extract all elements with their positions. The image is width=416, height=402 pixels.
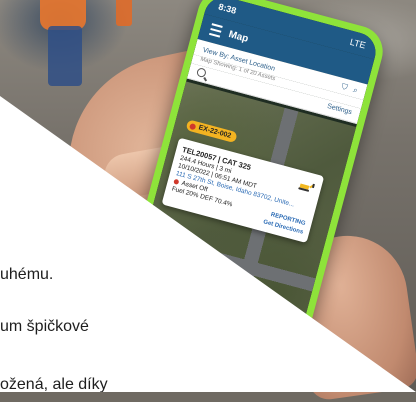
search-toggle-icon[interactable]: ⌕	[352, 85, 359, 96]
traffic-cone	[116, 0, 132, 26]
status-time: 8:38	[217, 1, 238, 16]
signal-indicator: LTE	[348, 36, 367, 51]
settings-link[interactable]: Settings	[326, 103, 352, 116]
filter-icon[interactable]: ⛉	[340, 82, 349, 93]
overlay-line-2: um špičkové	[0, 318, 89, 335]
worker-legs	[48, 26, 82, 86]
overlay-line-1: uhému.	[0, 266, 54, 283]
status-dot-icon	[173, 178, 180, 185]
menu-icon[interactable]	[208, 23, 223, 38]
search-icon[interactable]	[195, 67, 207, 79]
overlay-line-3: ožená, ale díky	[0, 376, 108, 393]
asset-info-card[interactable]: TEL20057 | CAT 325 244.4 Hours | 3 mi 10…	[161, 137, 325, 244]
app-title: Map	[227, 28, 250, 45]
asset-marker-label[interactable]: EX-22-002	[185, 119, 239, 144]
